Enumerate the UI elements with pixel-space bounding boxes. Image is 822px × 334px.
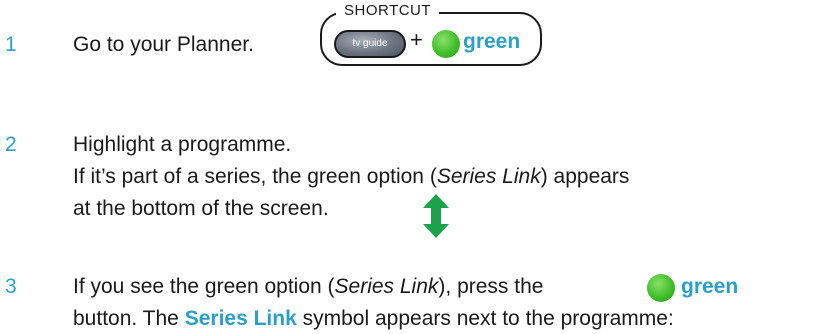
step-3-line-1-em: Series Link [334,275,439,298]
tv-guide-button-icon: tv guide [334,30,406,58]
shortcut-title: SHORTCUT [336,2,440,19]
step-3-number: 3 [5,275,17,298]
plus-sign: + [410,27,423,52]
step-2-line-2-pre: If it’s part of a series, the green opti… [73,165,437,188]
step-3-line-1-post: ), press the [438,275,544,298]
shortcut-green-label: green [463,30,521,53]
step-2-line-2-post: ) appears [540,165,630,188]
step-1-number: 1 [5,33,17,56]
step-1-text: Go to your Planner. [73,33,254,56]
step-2-number: 2 [5,133,17,156]
step-3-series-link-bold: Series Link [184,307,297,330]
step-2-line-2-em: Series Link [436,165,541,188]
step-3-line-1: If you see the green option (Series Link… [73,275,543,299]
step-3-line-2-post: symbol appears next to the programme: [302,307,674,330]
step-3-green-label: green [681,275,739,298]
up-down-arrow-icon [423,194,449,238]
step-2-line-3: at the bottom of the screen. [73,197,329,220]
step-2-line-2: If it’s part of a series, the green opti… [73,165,629,189]
step-3-line-2: button. The Series Link symbol appears n… [73,307,674,331]
step-3-line-2-pre: button. The [73,307,179,330]
step-2-line-1: Highlight a programme. [73,133,292,156]
green-button-icon [432,30,460,58]
green-button-icon [647,274,675,302]
step-3-line-1-pre: If you see the green option ( [73,275,335,298]
